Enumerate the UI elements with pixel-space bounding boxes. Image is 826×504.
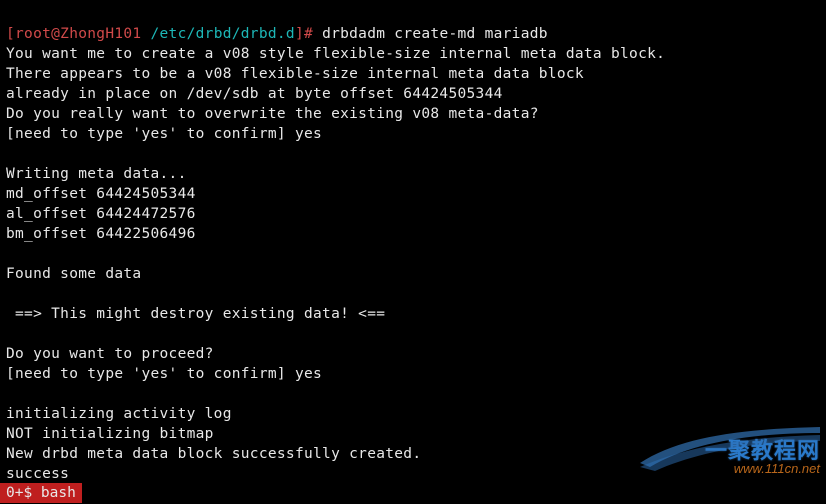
output-line: success: [6, 466, 69, 482]
output-line: New drbd meta data block successfully cr…: [6, 446, 421, 462]
prompt-bracket-close: ]: [295, 26, 304, 42]
output-line: Do you really want to overwrite the exis…: [6, 106, 539, 122]
output-line: [need to type 'yes' to confirm] yes: [6, 126, 322, 142]
prompt-user-host: root@ZhongH101: [15, 26, 141, 42]
output-line: There appears to be a v08 flexible-size …: [6, 66, 584, 82]
prompt-bracket-open: [: [6, 26, 15, 42]
output-line: Found some data: [6, 266, 141, 282]
terminal-output[interactable]: [root@ZhongH101 /etc/drbd/drbd.d]# drbda…: [0, 0, 826, 504]
prompt-hash: #: [304, 26, 322, 42]
output-line: al_offset 64424472576: [6, 206, 196, 222]
output-line: [need to type 'yes' to confirm] yes: [6, 366, 322, 382]
status-window[interactable]: 0+$ bash: [0, 483, 82, 503]
output-line: md_offset 64424505344: [6, 186, 196, 202]
output-line: bm_offset 64422506496: [6, 226, 196, 242]
tmux-statusbar[interactable]: 0+$ bash: [0, 483, 826, 503]
typed-command: drbdadm create-md mariadb: [322, 26, 548, 42]
output-line: already in place on /dev/sdb at byte off…: [6, 86, 503, 102]
output-line: ==> This might destroy existing data! <=…: [6, 306, 385, 322]
prompt-path: /etc/drbd/drbd.d: [150, 26, 294, 42]
output-line: Writing meta data...: [6, 166, 187, 182]
output-line: initializing activity log: [6, 406, 232, 422]
output-line: You want me to create a v08 style flexib…: [6, 46, 665, 62]
output-line: Do you want to proceed?: [6, 346, 214, 362]
output-line: NOT initializing bitmap: [6, 426, 214, 442]
